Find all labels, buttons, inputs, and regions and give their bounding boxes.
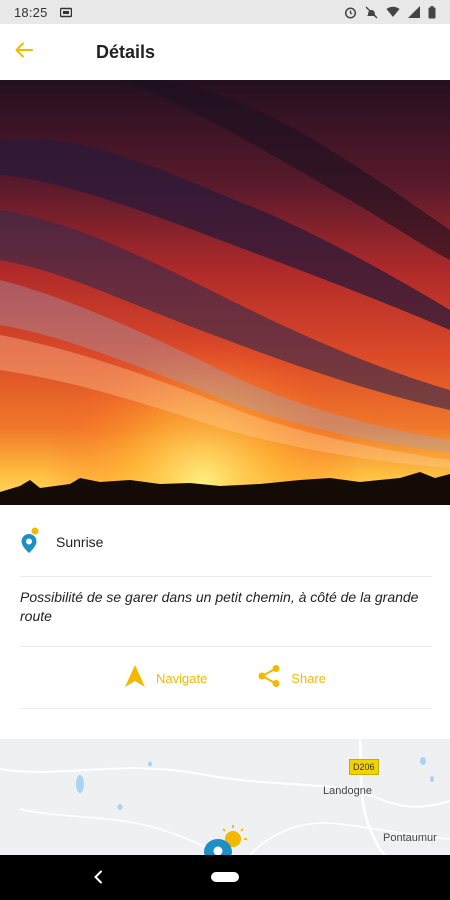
system-nav-bar bbox=[0, 855, 450, 900]
status-left-icons bbox=[59, 7, 72, 18]
share-button[interactable]: Share bbox=[257, 664, 326, 693]
divider-2 bbox=[20, 646, 432, 647]
location-sun-pin-icon bbox=[20, 526, 42, 559]
system-home-button[interactable] bbox=[211, 872, 239, 882]
navigation-arrow-icon bbox=[124, 664, 146, 693]
place-row: Sunrise bbox=[20, 522, 430, 562]
divider-1 bbox=[20, 576, 432, 577]
divider-3 bbox=[20, 708, 432, 709]
hero-image bbox=[0, 80, 450, 505]
action-bar: Navigate Share bbox=[0, 660, 450, 696]
system-back-button[interactable] bbox=[86, 867, 110, 891]
description-text: Possibilité de se garer dans un petit ch… bbox=[20, 589, 419, 624]
do-not-disturb-off-icon bbox=[365, 6, 378, 19]
map-marker-icon[interactable] bbox=[200, 825, 248, 855]
alarm-icon bbox=[344, 6, 357, 19]
navigate-button[interactable]: Navigate bbox=[124, 664, 207, 693]
signal-icon bbox=[408, 6, 420, 18]
status-right-icons bbox=[344, 5, 436, 19]
place-name: Sunrise bbox=[56, 534, 104, 550]
share-icon bbox=[257, 664, 281, 693]
app-bar: Détails bbox=[0, 24, 450, 80]
page-title: Détails bbox=[96, 41, 156, 62]
road-label: D206 bbox=[349, 759, 379, 775]
navigate-label: Navigate bbox=[155, 670, 208, 686]
wifi-icon bbox=[386, 6, 400, 18]
status-bar: 18:25 bbox=[0, 0, 450, 24]
status-time: 18:25 bbox=[14, 4, 48, 20]
chevron-left-icon bbox=[93, 870, 103, 889]
back-button[interactable] bbox=[0, 28, 48, 76]
arrow-left-icon bbox=[15, 42, 33, 63]
map-view[interactable]: D206 Landogne Pontaumur bbox=[0, 739, 450, 855]
town-label: Pontaumur bbox=[383, 832, 437, 844]
town-label: Landogne bbox=[323, 785, 372, 797]
share-label: Share bbox=[291, 670, 326, 686]
notification-tv-icon bbox=[59, 7, 72, 18]
battery-icon bbox=[428, 5, 436, 19]
